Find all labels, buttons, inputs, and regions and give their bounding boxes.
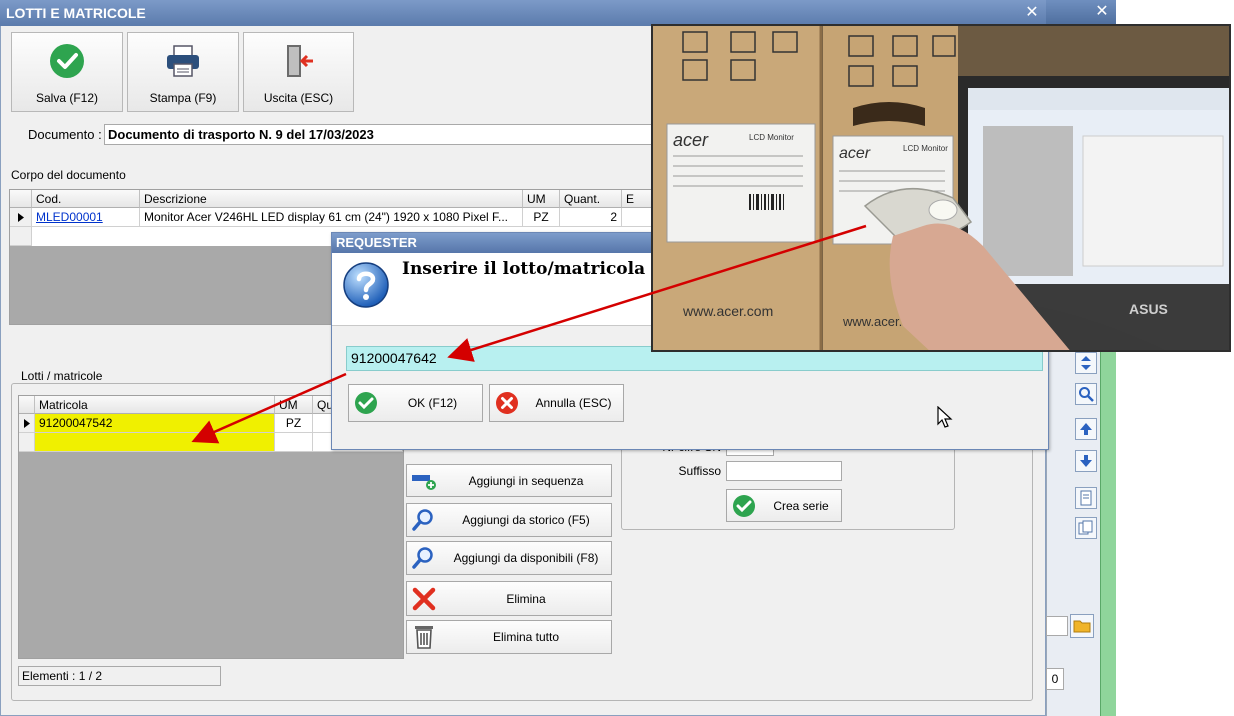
lots-row-pointer-icon bbox=[24, 419, 30, 428]
requester-title: REQUESTER bbox=[336, 235, 417, 250]
table-cell-qty[interactable]: 2 bbox=[560, 208, 622, 227]
background-field[interactable] bbox=[1046, 616, 1068, 636]
document-label: Documento : bbox=[28, 127, 102, 142]
cancel-button[interactable]: Annulla (ESC) bbox=[489, 384, 624, 422]
add-from-available-button[interactable]: Aggiungi da disponibili (F8) bbox=[406, 541, 612, 575]
exit-label: Uscita (ESC) bbox=[263, 91, 334, 105]
magnifier-icon bbox=[407, 508, 441, 532]
document-icon[interactable] bbox=[1075, 487, 1097, 509]
add-from-available-label: Aggiungi da disponibili (F8) bbox=[453, 551, 599, 565]
table-cell-um-new[interactable] bbox=[275, 433, 313, 452]
arrow-up-icon[interactable] bbox=[1075, 418, 1097, 440]
print-button[interactable]: Stampa (F9) bbox=[127, 32, 239, 112]
body-section-label: Corpo del documento bbox=[11, 168, 126, 182]
create-series-button[interactable]: Crea serie bbox=[726, 489, 842, 522]
delete-button[interactable]: Elimina bbox=[406, 581, 612, 616]
column-header-lot-um[interactable]: UM bbox=[275, 396, 313, 414]
table-cell-code[interactable]: MLED00001 bbox=[32, 208, 140, 227]
table-cell-um[interactable]: PZ bbox=[523, 208, 560, 227]
document-field: Documento di trasporto N. 9 del 17/03/20… bbox=[104, 124, 664, 145]
column-header-um[interactable]: UM bbox=[523, 190, 560, 208]
add-sequence-button[interactable]: Aggiungi in sequenza bbox=[406, 464, 612, 497]
lots-grid-empty-area bbox=[19, 452, 403, 658]
add-sequence-label: Aggiungi in sequenza bbox=[468, 473, 584, 488]
save-label: Salva (F12) bbox=[35, 91, 99, 105]
column-header-qty[interactable]: Quant. bbox=[560, 190, 622, 208]
box-brand-2: acer bbox=[839, 145, 871, 162]
cancel-label: Annulla (ESC) bbox=[535, 396, 612, 410]
box-label-2: LCD Monitor bbox=[903, 144, 948, 153]
delete-all-label: Elimina tutto bbox=[492, 630, 560, 644]
folder-icon[interactable] bbox=[1070, 614, 1094, 638]
column-header-description[interactable]: Descrizione bbox=[140, 190, 523, 208]
add-from-history-label: Aggiungi da storico (F5) bbox=[462, 513, 590, 527]
table-cell-description[interactable]: Monitor Acer V246HL LED display 61 cm (2… bbox=[140, 208, 523, 227]
suffix-label: Suffisso bbox=[678, 464, 721, 478]
column-header-code[interactable]: Cod. bbox=[32, 190, 140, 208]
background-number-field[interactable]: 0 bbox=[1046, 668, 1064, 690]
requester-prompt: Inserire il lotto/matricola bbox=[402, 259, 646, 279]
box-url-1: www.acer.com bbox=[682, 303, 773, 319]
close-button[interactable]: ✕ bbox=[1022, 3, 1042, 23]
check-icon bbox=[727, 494, 761, 518]
print-label: Stampa (F9) bbox=[149, 91, 217, 105]
background-close-button[interactable]: ✕ bbox=[1092, 2, 1112, 22]
check-icon bbox=[349, 391, 383, 415]
table-cell-serial-new[interactable] bbox=[35, 433, 275, 452]
add-from-history-button[interactable]: Aggiungi da storico (F5) bbox=[406, 503, 612, 537]
arrow-down-icon[interactable] bbox=[1075, 450, 1097, 472]
delete-label: Elimina bbox=[506, 591, 546, 606]
lots-row-indicator bbox=[19, 414, 35, 433]
lots-section-label: Lotti / matricole bbox=[18, 369, 106, 383]
lots-row-header-corner bbox=[19, 396, 35, 414]
question-icon bbox=[342, 261, 390, 312]
check-icon bbox=[49, 43, 85, 79]
table-cell-serial[interactable]: 91200047542 bbox=[35, 414, 275, 433]
trash-icon bbox=[407, 624, 441, 650]
save-button[interactable]: Salva (F12) bbox=[11, 32, 123, 112]
table-cell-lot-um[interactable]: PZ bbox=[275, 414, 313, 433]
documents-icon[interactable] bbox=[1075, 517, 1097, 539]
delete-x-icon bbox=[407, 587, 441, 611]
box-brand-1: acer bbox=[673, 130, 709, 150]
lots-row-indicator-new bbox=[19, 433, 35, 452]
row-indicator-empty bbox=[10, 227, 32, 246]
suffix-input[interactable] bbox=[726, 461, 842, 481]
row-pointer-icon bbox=[18, 213, 24, 222]
column-header-serial[interactable]: Matricola bbox=[35, 396, 275, 414]
printer-icon bbox=[165, 43, 201, 79]
delete-all-button[interactable]: Elimina tutto bbox=[406, 620, 612, 654]
sort-arrows-icon[interactable] bbox=[1075, 352, 1097, 374]
cancel-x-icon bbox=[490, 391, 524, 415]
window-titlebar: LOTTI E MATRICOLE bbox=[0, 0, 1046, 26]
add-sequence-icon bbox=[407, 472, 441, 490]
row-indicator bbox=[10, 208, 32, 227]
window-title: LOTTI E MATRICOLE bbox=[6, 5, 146, 21]
ok-button[interactable]: OK (F12) bbox=[348, 384, 483, 422]
row-header-corner bbox=[10, 190, 32, 208]
barcode-scanner-photo: acer LCD Monitor acer LCD Monitor www.ac… bbox=[651, 24, 1231, 352]
elements-count: Elementi : 1 / 2 bbox=[18, 666, 221, 686]
create-series-label: Crea serie bbox=[773, 498, 829, 513]
exit-door-icon bbox=[281, 43, 317, 79]
magnifier-icon bbox=[407, 546, 441, 570]
ok-label: OK (F12) bbox=[407, 396, 458, 410]
box-label-1: LCD Monitor bbox=[749, 133, 794, 142]
zoom-icon[interactable] bbox=[1075, 383, 1097, 405]
mouse-cursor-icon bbox=[937, 405, 953, 433]
laptop-brand: ASUS bbox=[1129, 301, 1168, 317]
exit-button[interactable]: Uscita (ESC) bbox=[243, 32, 354, 112]
